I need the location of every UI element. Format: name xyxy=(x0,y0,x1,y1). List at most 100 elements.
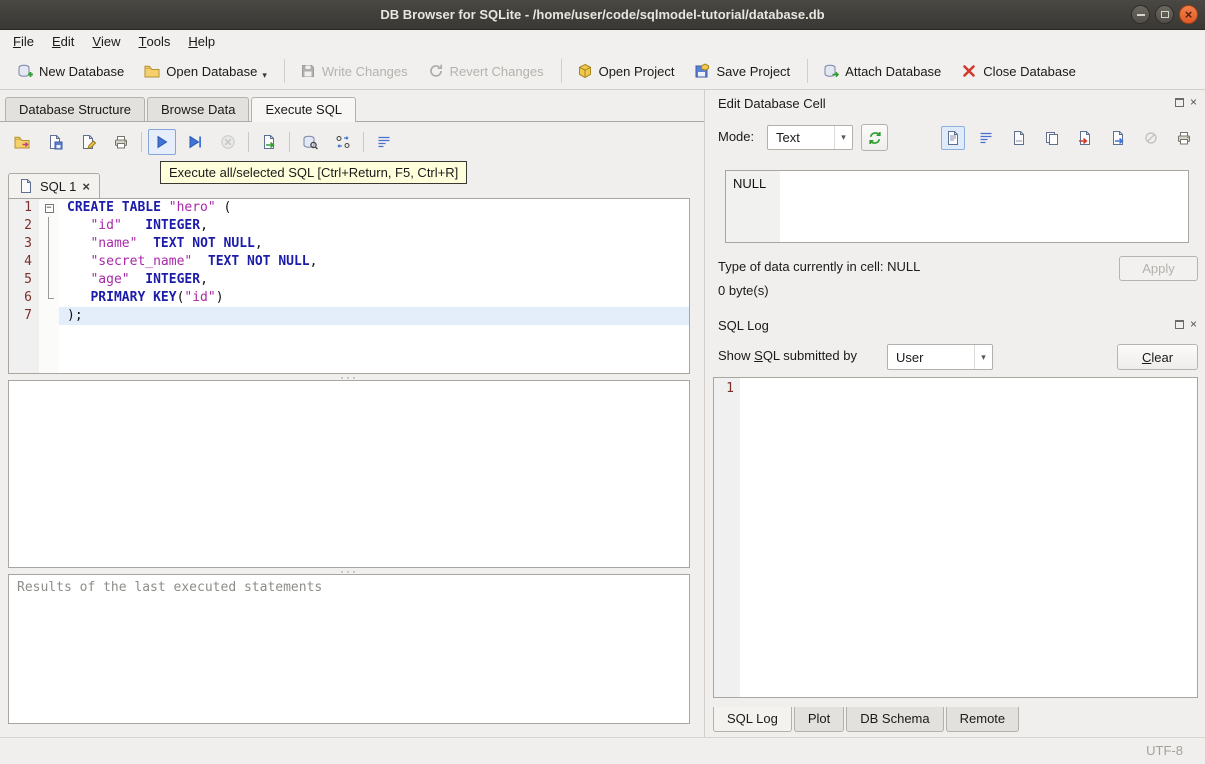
word-wrap-icon xyxy=(978,130,994,146)
print-icon xyxy=(113,134,129,150)
find-replace-button[interactable] xyxy=(329,129,357,155)
sql-tab[interactable]: SQL 1 × xyxy=(8,173,100,198)
tab-browse-data[interactable]: Browse Data xyxy=(147,97,250,121)
sql-editor[interactable]: 1− CREATE TABLE "hero" (2 "id" INTEGER, 3 … xyxy=(8,198,690,374)
toolbar-button-label: Open Database xyxy=(166,63,258,79)
write-changes-icon xyxy=(300,63,316,79)
right-dock-panel: Edit Database Cell × Mode: Text ▾ NULL T… xyxy=(704,90,1205,737)
editor-line-7[interactable]: 7); xyxy=(9,307,689,325)
tooltip: Execute all/selected SQL [Ctrl+Return, F… xyxy=(160,161,468,184)
close-database-icon xyxy=(961,63,977,79)
save-as-view-button[interactable] xyxy=(296,129,324,155)
close-button[interactable]: × xyxy=(1179,5,1198,24)
dock-float-icon[interactable] xyxy=(1174,320,1184,329)
dock-close-icon[interactable]: × xyxy=(1190,318,1197,330)
toolbar-button-label: Write Changes xyxy=(321,63,408,79)
save-sql-as-button[interactable] xyxy=(74,129,102,155)
cell-type-info: Type of data currently in cell: NULL xyxy=(718,259,921,274)
fold-margin xyxy=(39,253,59,271)
new-database-icon xyxy=(17,63,33,79)
toolbar-new-database-button[interactable]: New Database xyxy=(8,57,133,86)
toolbar-close-database-button[interactable]: Close Database xyxy=(952,57,1085,86)
fold-margin xyxy=(39,235,59,253)
line-number: 4 xyxy=(24,254,32,269)
menu-view[interactable]: View xyxy=(83,30,129,53)
toolbar-separator xyxy=(289,132,290,152)
sql-tab-bar: SQL 1 × xyxy=(8,172,100,198)
editor-line-3[interactable]: 3 "name" TEXT NOT NULL, xyxy=(9,235,689,253)
editor-line-1[interactable]: 1 − CREATE TABLE "hero" ( xyxy=(9,199,689,217)
code-text: ); xyxy=(59,307,689,325)
mode-combo[interactable]: Text ▾ xyxy=(767,125,853,150)
toolbar-save-project-button[interactable]: Save Project xyxy=(685,57,799,86)
sql-log-area[interactable]: 1 xyxy=(713,377,1198,698)
save-sql-file-button[interactable] xyxy=(41,129,69,155)
dock-tab-bar: SQL Log Plot DB Schema Remote xyxy=(713,707,1021,732)
cell-value-editor[interactable]: NULL xyxy=(725,170,1189,243)
editor-line-2[interactable]: 2 "id" INTEGER, xyxy=(9,217,689,235)
word-wrap-button[interactable] xyxy=(974,126,998,150)
editor-line-6[interactable]: 6 PRIMARY KEY("id") xyxy=(9,289,689,307)
dock-tab-plot[interactable]: Plot xyxy=(793,707,845,732)
export-data-button[interactable] xyxy=(1106,126,1130,150)
encoding-indicator: UTF-8 xyxy=(1146,743,1183,758)
toolbar-open-database-button[interactable]: Open Database ▾ xyxy=(135,57,276,86)
query-results-grid[interactable] xyxy=(8,380,690,568)
dock-tab-db-schema[interactable]: DB Schema xyxy=(846,707,944,732)
auto-switch-mode-icon xyxy=(867,130,883,146)
sql-document-icon xyxy=(18,178,34,194)
clear-button[interactable]: Clear xyxy=(1117,344,1198,370)
dock-tab-remote[interactable]: Remote xyxy=(945,707,1020,732)
save-sql-as-icon xyxy=(80,134,96,150)
dropdown-arrow-icon[interactable]: ▾ xyxy=(262,70,267,81)
export-data-icon xyxy=(1110,130,1126,146)
word-wrap-button[interactable] xyxy=(370,129,398,155)
close-sql-tab-icon[interactable]: × xyxy=(82,180,90,193)
dock-tab-sql-log[interactable]: SQL Log xyxy=(713,707,792,732)
toolbar-button-label: Revert Changes xyxy=(449,63,544,79)
text-view-button[interactable] xyxy=(941,126,965,150)
open-file-icon xyxy=(1011,130,1027,146)
auto-switch-mode-button[interactable] xyxy=(861,124,888,151)
open-file-button[interactable] xyxy=(1007,126,1031,150)
execution-status-pane[interactable]: Results of the last executed statements xyxy=(8,574,690,724)
execute-line-button[interactable] xyxy=(181,129,209,155)
maximize-button[interactable] xyxy=(1155,5,1174,24)
menu-tools[interactable]: Tools xyxy=(130,30,180,53)
toolbar-attach-database-button[interactable]: Attach Database xyxy=(814,57,950,86)
print-button[interactable] xyxy=(1172,126,1196,150)
tab-execute-sql[interactable]: Execute SQL xyxy=(251,97,357,122)
toolbar-separator xyxy=(560,59,562,83)
dock-float-icon[interactable] xyxy=(1174,98,1184,107)
execute-all-button[interactable] xyxy=(148,129,176,155)
menu-file[interactable]: File xyxy=(4,30,43,53)
fold-collapse-icon[interactable]: − xyxy=(44,203,54,213)
import-data-button[interactable] xyxy=(1073,126,1097,150)
sql-log-title: SQL Log xyxy=(718,318,769,333)
copy-button[interactable] xyxy=(1040,126,1064,150)
menu-help[interactable]: Help xyxy=(179,30,224,53)
main-toolbar: New Database Open Database ▾ Write Changes R… xyxy=(0,53,1205,90)
minimize-button[interactable] xyxy=(1131,5,1150,24)
editor-line-5[interactable]: 5 "age" INTEGER, xyxy=(9,271,689,289)
titlebar[interactable]: DB Browser for SQLite - /home/user/code/… xyxy=(0,0,1205,30)
toolbar-open-project-button[interactable]: Open Project xyxy=(568,57,684,86)
minimize-icon xyxy=(1136,13,1145,16)
tab-database-structure[interactable]: Database Structure xyxy=(5,97,146,121)
log-filter-combo[interactable]: User ▾ xyxy=(887,344,993,370)
fold-margin[interactable]: − xyxy=(39,199,59,217)
dock-close-icon[interactable]: × xyxy=(1190,96,1197,108)
print-button[interactable] xyxy=(107,129,135,155)
menu-edit[interactable]: Edit xyxy=(43,30,83,53)
toolbar-button-label: Open Project xyxy=(598,63,675,79)
line-number: 2 xyxy=(24,218,32,233)
editor-line-4[interactable]: 4 "secret_name" TEXT NOT NULL, xyxy=(9,253,689,271)
menu-bar: File Edit View Tools Help xyxy=(0,30,1205,53)
sql-document-icon xyxy=(18,178,34,194)
fold-margin xyxy=(39,307,59,325)
fold-margin xyxy=(39,289,59,307)
toolbar-write-changes-button: Write Changes xyxy=(291,57,417,86)
export-csv-button[interactable] xyxy=(255,129,283,155)
import-data-icon xyxy=(1077,130,1093,146)
open-sql-file-button[interactable] xyxy=(8,129,36,155)
